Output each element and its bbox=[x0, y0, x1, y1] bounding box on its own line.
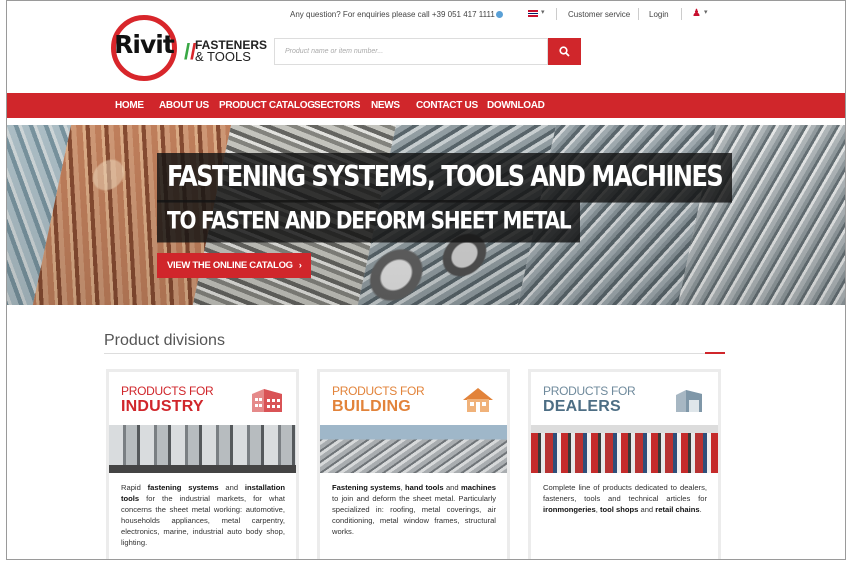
building-photo bbox=[320, 425, 507, 473]
phone-icon bbox=[495, 11, 503, 18]
logo-line2: & TOOLS bbox=[195, 49, 251, 64]
section-divider bbox=[104, 353, 725, 354]
hero-title-line2: TO FASTEN AND DEFORM SHEET METAL bbox=[157, 200, 581, 243]
division-card-industry[interactable]: PRODUCTS FOR INDUSTRY Rapid fastening sy… bbox=[106, 369, 299, 559]
main-nav: HOME ABOUT US PRODUCT CATALOG SECTORS NE… bbox=[7, 93, 845, 118]
chevron-right-icon: › bbox=[298, 260, 302, 271]
division-card-dealers[interactable]: PRODUCTS FOR DEALERS Complete line of pr… bbox=[528, 369, 721, 559]
card-description: Rapid fastening systems and installation… bbox=[121, 483, 286, 547]
nav-item-home[interactable]: HOME bbox=[115, 100, 144, 111]
logo-wordmark[interactable]: Rivit bbox=[111, 30, 177, 59]
nav-item-product-catalog[interactable]: PRODUCT CATALOG bbox=[219, 100, 315, 111]
hero-title-line1: FASTENING SYSTEMS, TOOLS AND MACHINES bbox=[157, 153, 733, 203]
dealers-photo bbox=[531, 425, 718, 473]
search-input[interactable]: Product name or item number... bbox=[274, 38, 548, 65]
logo-subtitle: FASTENERS & TOOLS bbox=[195, 39, 267, 63]
nav-item-sectors[interactable]: SECTORS bbox=[314, 100, 360, 111]
card-title[interactable]: BUILDING bbox=[332, 398, 411, 416]
industry-photo bbox=[109, 425, 296, 473]
uk-flag-icon[interactable] bbox=[528, 10, 538, 17]
nav-item-about-us[interactable]: ABOUT US bbox=[159, 100, 209, 111]
section-title: Product divisions bbox=[104, 332, 225, 349]
search-icon bbox=[559, 46, 570, 57]
division-card-building[interactable]: PRODUCTS FOR BUILDING Fastening systems,… bbox=[317, 369, 510, 559]
card-description: Fastening systems, hand tools and machin… bbox=[332, 483, 497, 536]
nav-item-download[interactable]: DOWNLOAD bbox=[487, 100, 545, 111]
browser-page: Any question? For enquiries please call … bbox=[6, 0, 846, 560]
card-description: Complete line of products dedicated to d… bbox=[543, 483, 707, 514]
divider bbox=[681, 8, 682, 20]
user-chevron-down-icon[interactable]: ▾ bbox=[704, 8, 708, 16]
language-chevron-down-icon[interactable]: ▾ bbox=[541, 8, 545, 16]
customer-service-link[interactable]: Customer service bbox=[568, 10, 630, 19]
nav-item-news[interactable]: NEWS bbox=[371, 100, 400, 111]
divider bbox=[638, 8, 639, 20]
house-icon bbox=[463, 388, 493, 412]
divider bbox=[556, 8, 557, 20]
card-kicker: PRODUCTS FOR bbox=[121, 384, 214, 398]
card-title[interactable]: DEALERS bbox=[543, 398, 621, 416]
card-kicker: PRODUCTS FOR bbox=[332, 384, 425, 398]
view-catalog-button[interactable]: VIEW THE ONLINE CATALOG › bbox=[157, 253, 311, 278]
card-title[interactable]: INDUSTRY bbox=[121, 398, 204, 416]
warehouse-icon bbox=[676, 390, 702, 412]
nav-item-contact-us[interactable]: CONTACT US bbox=[416, 100, 478, 111]
enquiry-text: Any question? For enquiries please call … bbox=[290, 10, 503, 19]
section-accent-bar bbox=[705, 352, 725, 354]
login-link[interactable]: Login bbox=[649, 10, 669, 19]
view-catalog-label: VIEW THE ONLINE CATALOG bbox=[167, 260, 293, 271]
factory-icon bbox=[252, 389, 282, 412]
search-button[interactable] bbox=[548, 38, 581, 65]
user-icon[interactable]: ♟ bbox=[692, 8, 701, 19]
card-kicker: PRODUCTS FOR bbox=[543, 384, 636, 398]
